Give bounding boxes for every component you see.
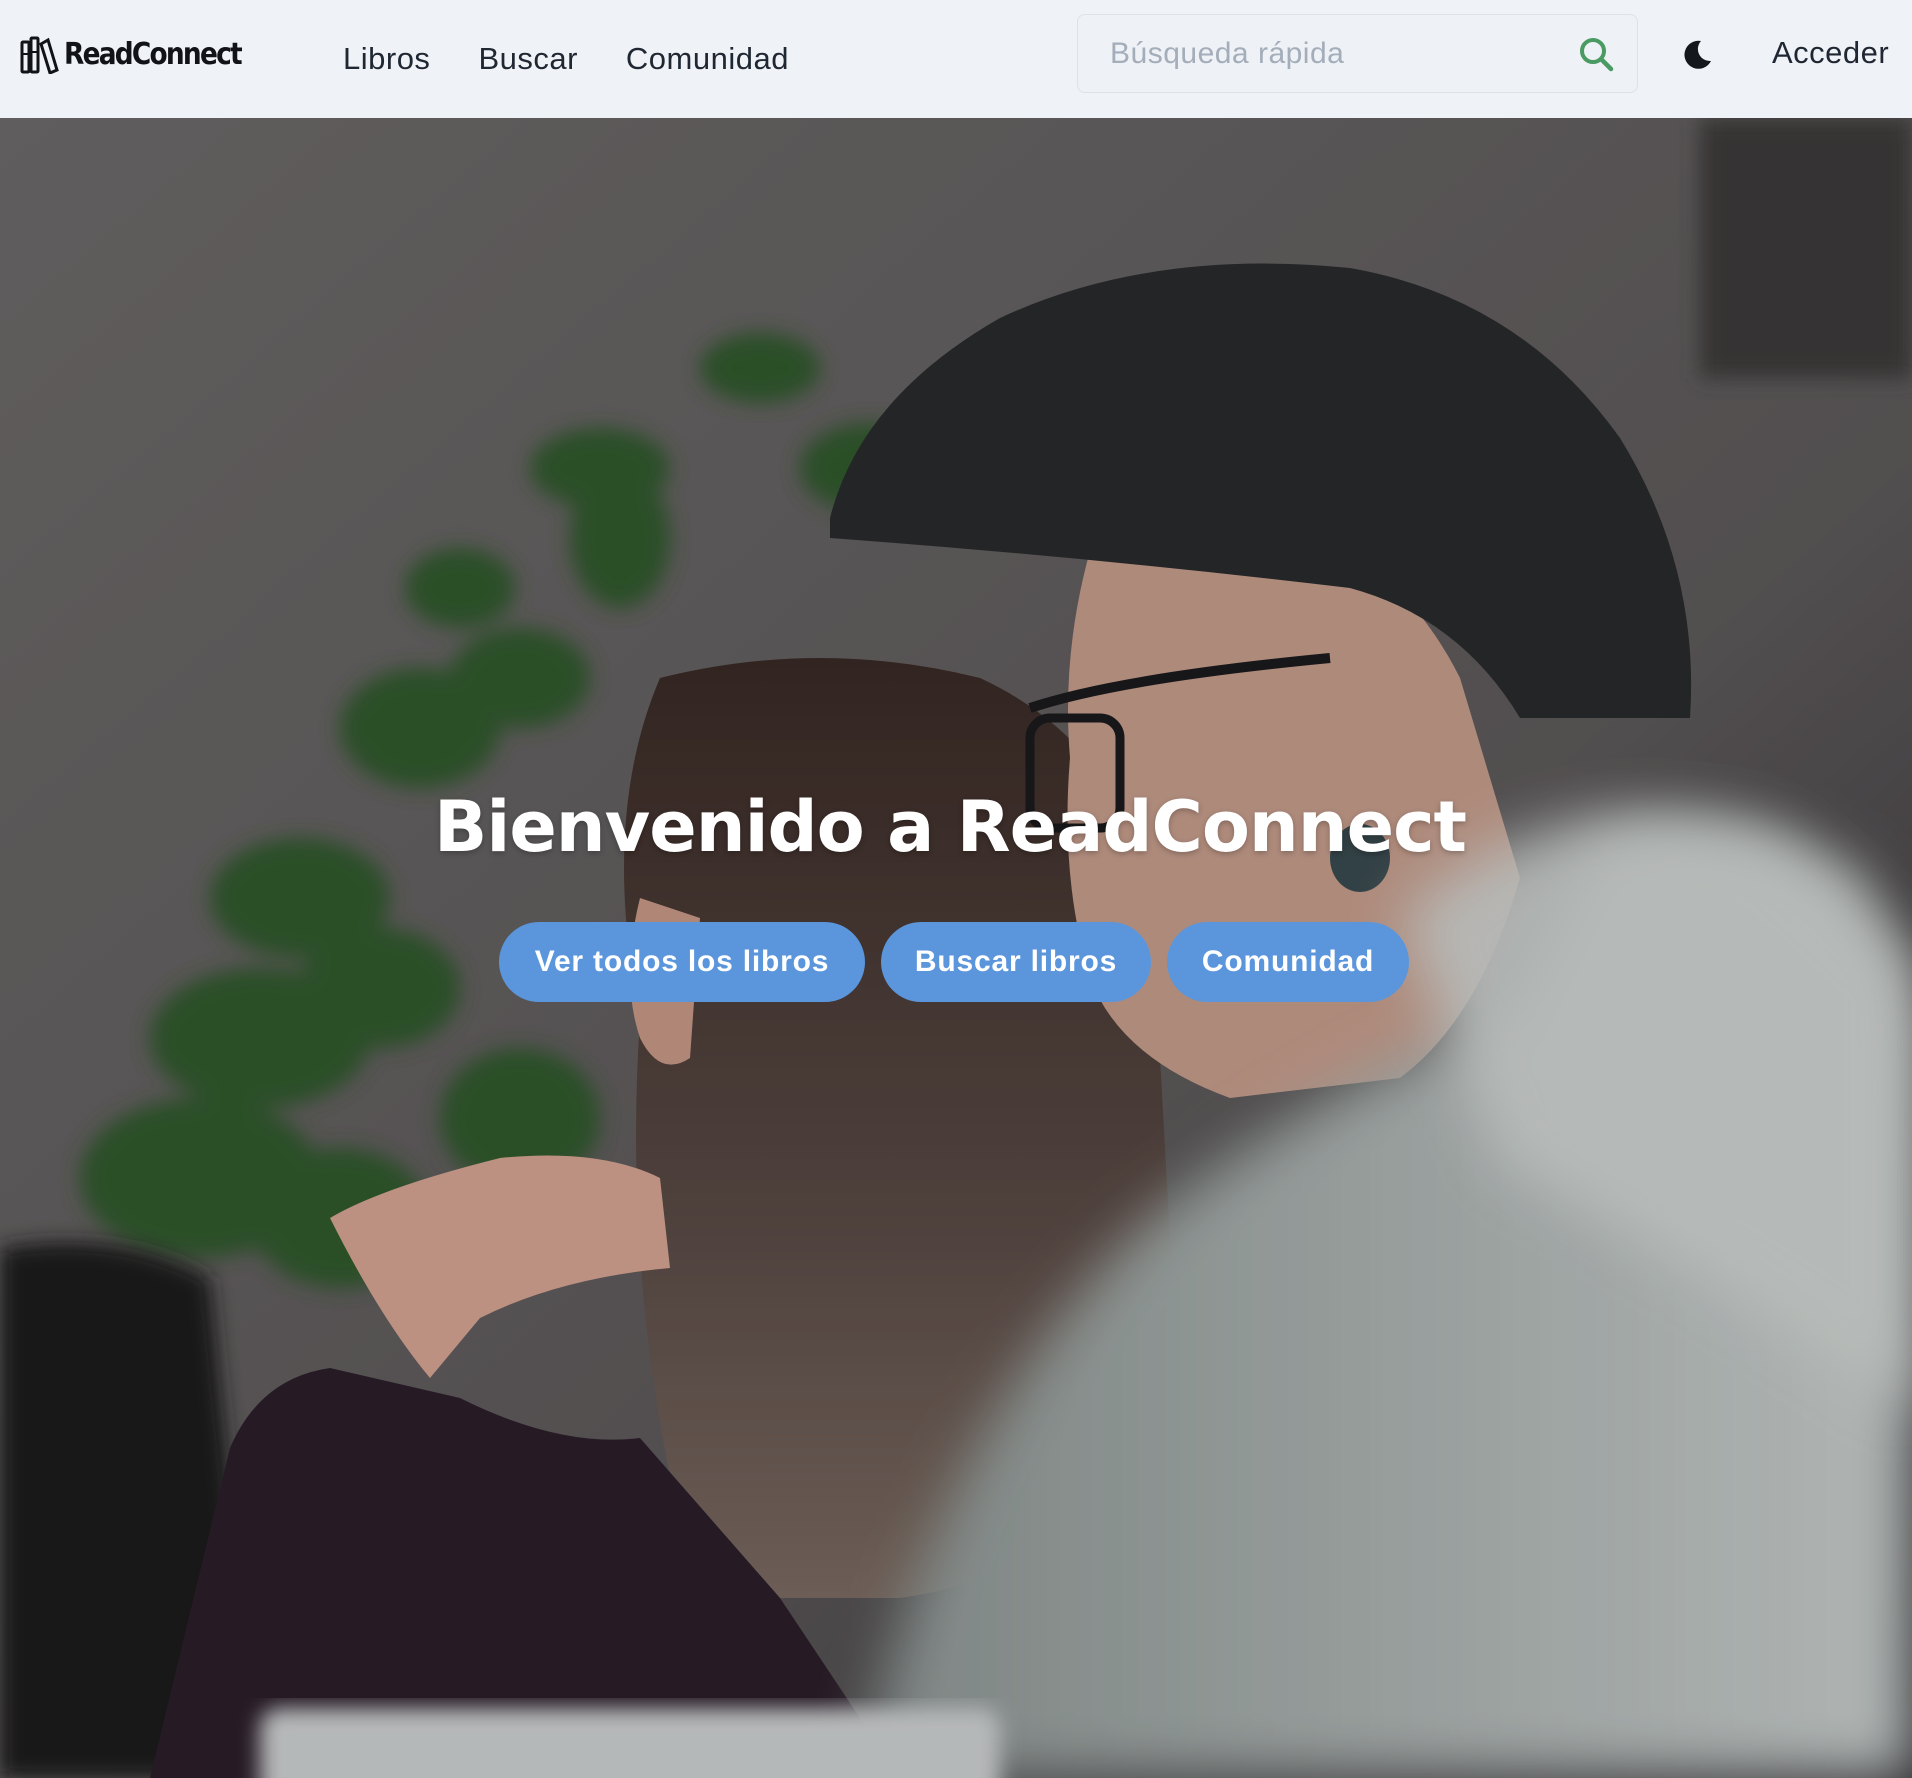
quick-search — [1077, 14, 1638, 93]
books-icon — [20, 36, 59, 74]
search-books-button[interactable]: Buscar libros — [881, 922, 1151, 1002]
moon-icon[interactable] — [1680, 38, 1714, 72]
hero-title: Bienvenido a ReadConnect — [433, 786, 1467, 868]
brand-logo[interactable]: ReadConnect — [20, 34, 265, 74]
top-navbar: ReadConnect Libros Buscar Comunidad Acce… — [0, 0, 1912, 118]
hero-actions: Ver todos los libros Buscar libros Comun… — [499, 922, 1409, 1002]
brand-name: ReadConnect — [64, 36, 243, 72]
login-link[interactable]: Acceder — [1772, 35, 1889, 71]
search-input[interactable] — [1078, 36, 1548, 71]
nav-link-comunidad[interactable]: Comunidad — [626, 41, 789, 77]
main-nav: Libros Buscar Comunidad — [343, 0, 837, 118]
community-button[interactable]: Comunidad — [1167, 922, 1409, 1002]
view-all-books-button[interactable]: Ver todos los libros — [499, 922, 865, 1002]
nav-link-libros[interactable]: Libros — [343, 41, 430, 77]
search-icon[interactable] — [1577, 35, 1615, 73]
nav-link-buscar[interactable]: Buscar — [478, 41, 577, 77]
